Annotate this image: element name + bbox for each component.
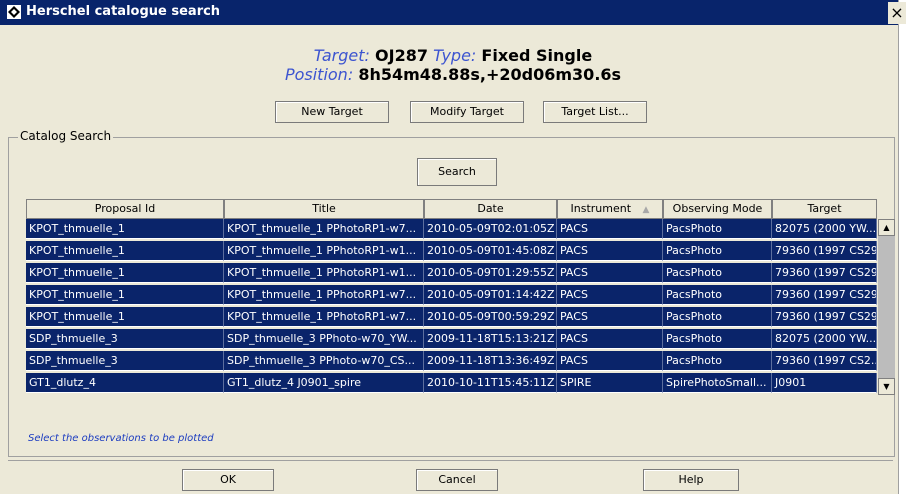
instrument-cell: PACS bbox=[557, 285, 663, 305]
target-cell: 82075 (2000 YW... bbox=[772, 219, 877, 239]
title-cell: KPOT_thmuelle_1 PPhotoRP1-w1... bbox=[224, 263, 424, 283]
title-bar: Herschel catalogue search bbox=[0, 0, 898, 25]
date-cell: 2010-05-09T01:14:42Z bbox=[424, 285, 557, 305]
target-cell: 79360 (1997 CS29) bbox=[772, 263, 877, 283]
proposal-id-cell: KPOT_thmuelle_1 bbox=[26, 241, 224, 261]
column-header-target[interactable]: Target bbox=[772, 199, 877, 219]
instrument-header-label: Instrument bbox=[570, 202, 632, 215]
date-cell: 2010-05-09T01:45:08Z bbox=[424, 241, 557, 261]
observing-mode-cell: PacsPhoto bbox=[663, 285, 772, 305]
column-header-instrument[interactable]: Instrument ▲ bbox=[557, 199, 663, 219]
table-row[interactable]: KPOT_thmuelle_1 KPOT_thmuelle_1 PPhotoRP1… bbox=[26, 241, 877, 261]
title-cell: KPOT_thmuelle_1 PPhotoRP1-w7... bbox=[224, 285, 424, 305]
proposal-id-cell: KPOT_thmuelle_1 bbox=[26, 285, 224, 305]
proposal-id-cell: GT1_dlutz_4 bbox=[26, 373, 224, 393]
table-row[interactable]: KPOT_thmuelle_1 KPOT_thmuelle_1 PPhotoRP1… bbox=[26, 219, 877, 239]
window-title: Herschel catalogue search bbox=[26, 4, 221, 19]
scroll-down-icon[interactable]: ▼ bbox=[878, 378, 895, 395]
column-header-title[interactable]: Title bbox=[224, 199, 424, 219]
date-cell: 2009-11-18T15:13:21Z bbox=[424, 329, 557, 349]
instrument-cell: PACS bbox=[557, 329, 663, 349]
ok-button[interactable]: OK bbox=[182, 469, 274, 491]
observing-mode-cell: PacsPhoto bbox=[663, 263, 772, 283]
target-label: Target: bbox=[313, 46, 370, 65]
type-label: Type: bbox=[433, 46, 477, 65]
table-row[interactable]: KPOT_thmuelle_1 KPOT_thmuelle_1 PPhotoRP1… bbox=[26, 307, 877, 327]
dialog-window: Herschel catalogue search × Target: OJ28… bbox=[0, 0, 906, 494]
target-cell: 79360 (1997 CS2... bbox=[772, 351, 877, 371]
proposal-id-cell: KPOT_thmuelle_1 bbox=[26, 307, 224, 327]
title-cell: KPOT_thmuelle_1 PPhotoRP1-w7... bbox=[224, 307, 424, 327]
close-icon[interactable]: × bbox=[888, 2, 906, 24]
table-row[interactable]: KPOT_thmuelle_1 KPOT_thmuelle_1 PPhotoRP1… bbox=[26, 285, 877, 305]
modify-target-button[interactable]: Modify Target bbox=[410, 101, 524, 123]
position-value: 8h54m48.88s,+20d06m30.6s bbox=[358, 65, 622, 84]
catalog-search-legend: Catalog Search bbox=[18, 129, 114, 143]
help-button[interactable]: Help bbox=[643, 469, 739, 491]
observing-mode-cell: SpirePhotoSmall... bbox=[663, 373, 772, 393]
cancel-button[interactable]: Cancel bbox=[416, 469, 498, 491]
observing-mode-cell: PacsPhoto bbox=[663, 351, 772, 371]
table-row[interactable]: GT1_dlutz_4 GT1_dlutz_4 J0901_spire 2010-1… bbox=[26, 373, 877, 393]
target-list-button[interactable]: Target List... bbox=[543, 101, 647, 123]
observing-mode-cell: PacsPhoto bbox=[663, 219, 772, 239]
title-cell: SDP_thmuelle_3 PPhoto-w70_CS... bbox=[224, 351, 424, 371]
proposal-id-cell: KPOT_thmuelle_1 bbox=[26, 263, 224, 283]
type-value: Fixed Single bbox=[481, 46, 593, 65]
observing-mode-cell: PacsPhoto bbox=[663, 307, 772, 327]
instrument-cell: PACS bbox=[557, 241, 663, 261]
instrument-cell: PACS bbox=[557, 219, 663, 239]
target-cell: 79360 (1997 CS29) bbox=[772, 285, 877, 305]
target-cell: 82075 (2000 YW... bbox=[772, 329, 877, 349]
proposal-id-cell: SDP_thmuelle_3 bbox=[26, 351, 224, 371]
title-cell: SDP_thmuelle_3 PPhoto-w70_YW... bbox=[224, 329, 424, 349]
title-cell: KPOT_thmuelle_1 PPhotoRP1-w7... bbox=[224, 219, 424, 239]
date-cell: 2010-05-09T02:01:05Z bbox=[424, 219, 557, 239]
sort-ascending-icon: ▲ bbox=[642, 205, 650, 215]
title-cell: GT1_dlutz_4 J0901_spire bbox=[224, 373, 424, 393]
date-cell: 2010-05-09T00:59:29Z bbox=[424, 307, 557, 327]
column-header-date[interactable]: Date bbox=[424, 199, 557, 219]
selection-hint: Select the observations to be plotted bbox=[28, 433, 214, 444]
table-row[interactable]: KPOT_thmuelle_1 KPOT_thmuelle_1 PPhotoRP1… bbox=[26, 263, 877, 283]
table-row[interactable]: SDP_thmuelle_3 SDP_thmuelle_3 PPhoto-w70_… bbox=[26, 329, 877, 349]
target-cell: 79360 (1997 CS29) bbox=[772, 307, 877, 327]
new-target-button[interactable]: New Target bbox=[275, 101, 389, 123]
instrument-cell: SPIRE bbox=[557, 373, 663, 393]
table-scrollbar[interactable]: ▲ ▼ bbox=[878, 219, 895, 395]
instrument-cell: PACS bbox=[557, 351, 663, 371]
position-label: Position: bbox=[284, 65, 354, 84]
column-header-observing-mode[interactable]: Observing Mode bbox=[663, 199, 772, 219]
table-row[interactable]: SDP_thmuelle_3 SDP_thmuelle_3 PPhoto-w70_… bbox=[26, 351, 877, 371]
date-cell: 2009-11-18T13:36:49Z bbox=[424, 351, 557, 371]
app-icon bbox=[7, 5, 21, 19]
proposal-id-cell: KPOT_thmuelle_1 bbox=[26, 219, 224, 239]
target-info: Target: OJ287 Type: Fixed Single Positio… bbox=[0, 46, 906, 84]
search-button[interactable]: Search bbox=[417, 158, 497, 186]
bottom-separator bbox=[8, 460, 893, 461]
instrument-cell: PACS bbox=[557, 307, 663, 327]
date-cell: 2010-10-11T15:45:11Z bbox=[424, 373, 557, 393]
date-cell: 2010-05-09T01:29:55Z bbox=[424, 263, 557, 283]
target-cell: J0901 bbox=[772, 373, 877, 393]
observing-mode-cell: PacsPhoto bbox=[663, 329, 772, 349]
column-header-proposal-id[interactable]: Proposal Id bbox=[26, 199, 224, 219]
proposal-id-cell: SDP_thmuelle_3 bbox=[26, 329, 224, 349]
target-value: OJ287 bbox=[375, 46, 428, 65]
scroll-up-icon[interactable]: ▲ bbox=[878, 219, 895, 236]
instrument-cell: PACS bbox=[557, 263, 663, 283]
observing-mode-cell: PacsPhoto bbox=[663, 241, 772, 261]
scroll-thumb[interactable] bbox=[878, 236, 895, 383]
title-cell: KPOT_thmuelle_1 PPhotoRP1-w1... bbox=[224, 241, 424, 261]
target-cell: 79360 (1997 CS29) bbox=[772, 241, 877, 261]
